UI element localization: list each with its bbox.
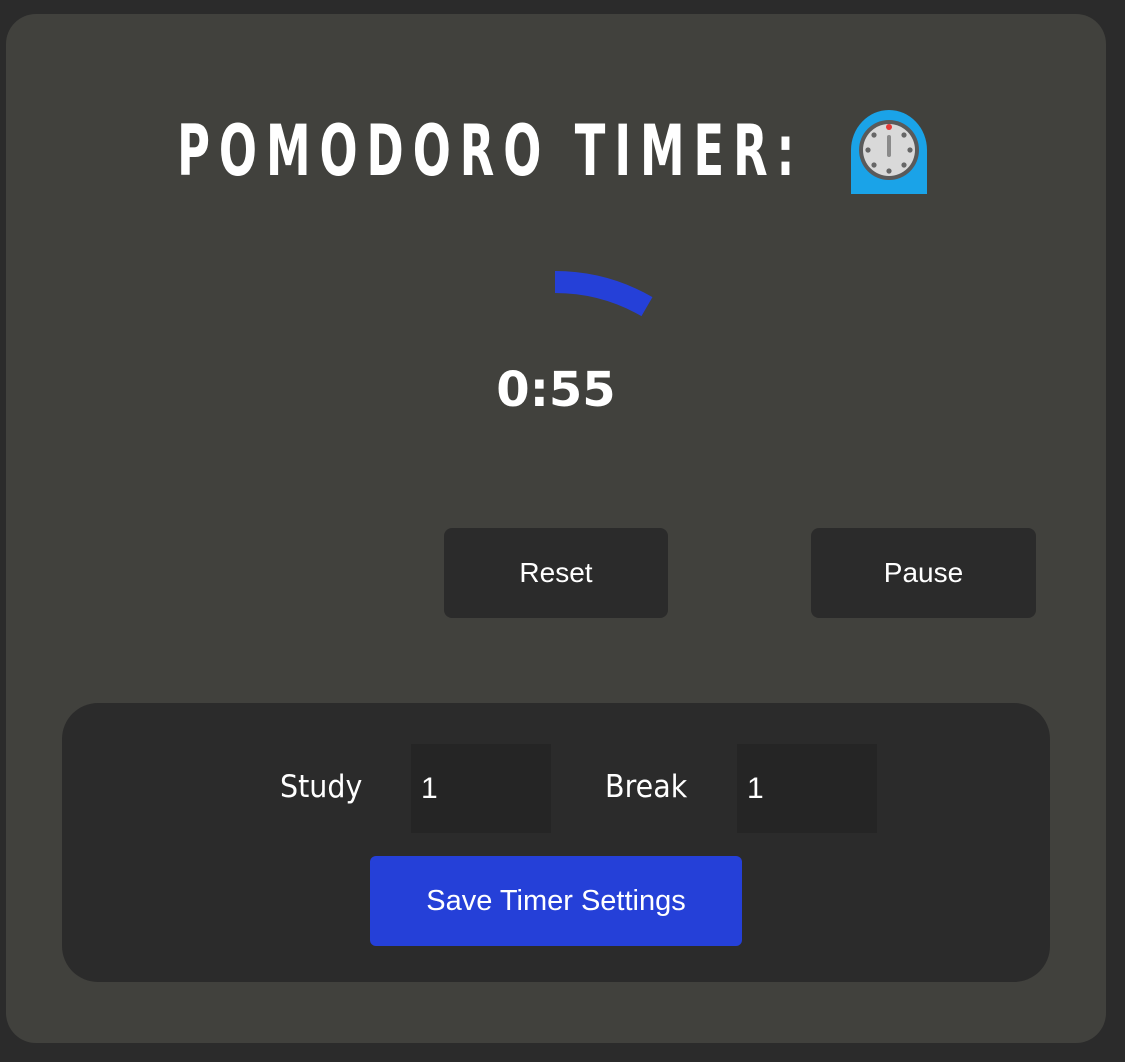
study-label: Study	[280, 769, 363, 805]
pause-button[interactable]: Pause	[811, 528, 1036, 618]
study-input[interactable]	[411, 744, 551, 833]
progress-arc	[554, 271, 653, 317]
save-settings-button[interactable]: Save Timer Settings	[370, 856, 742, 946]
stopwatch-icon	[851, 110, 928, 194]
break-input[interactable]	[737, 744, 877, 833]
reset-button[interactable]: Reset	[444, 528, 668, 618]
settings-panel: Study Break Save Timer Settings	[62, 703, 1050, 982]
break-label: Break	[605, 769, 688, 805]
page-title: POMODORO TIMER:	[176, 110, 804, 192]
pomodoro-card: POMODORO TIMER: 0:55 Reset Pause Study B…	[6, 14, 1106, 1043]
header: POMODORO TIMER:	[6, 96, 1106, 206]
time-display: 0:55	[496, 362, 616, 418]
